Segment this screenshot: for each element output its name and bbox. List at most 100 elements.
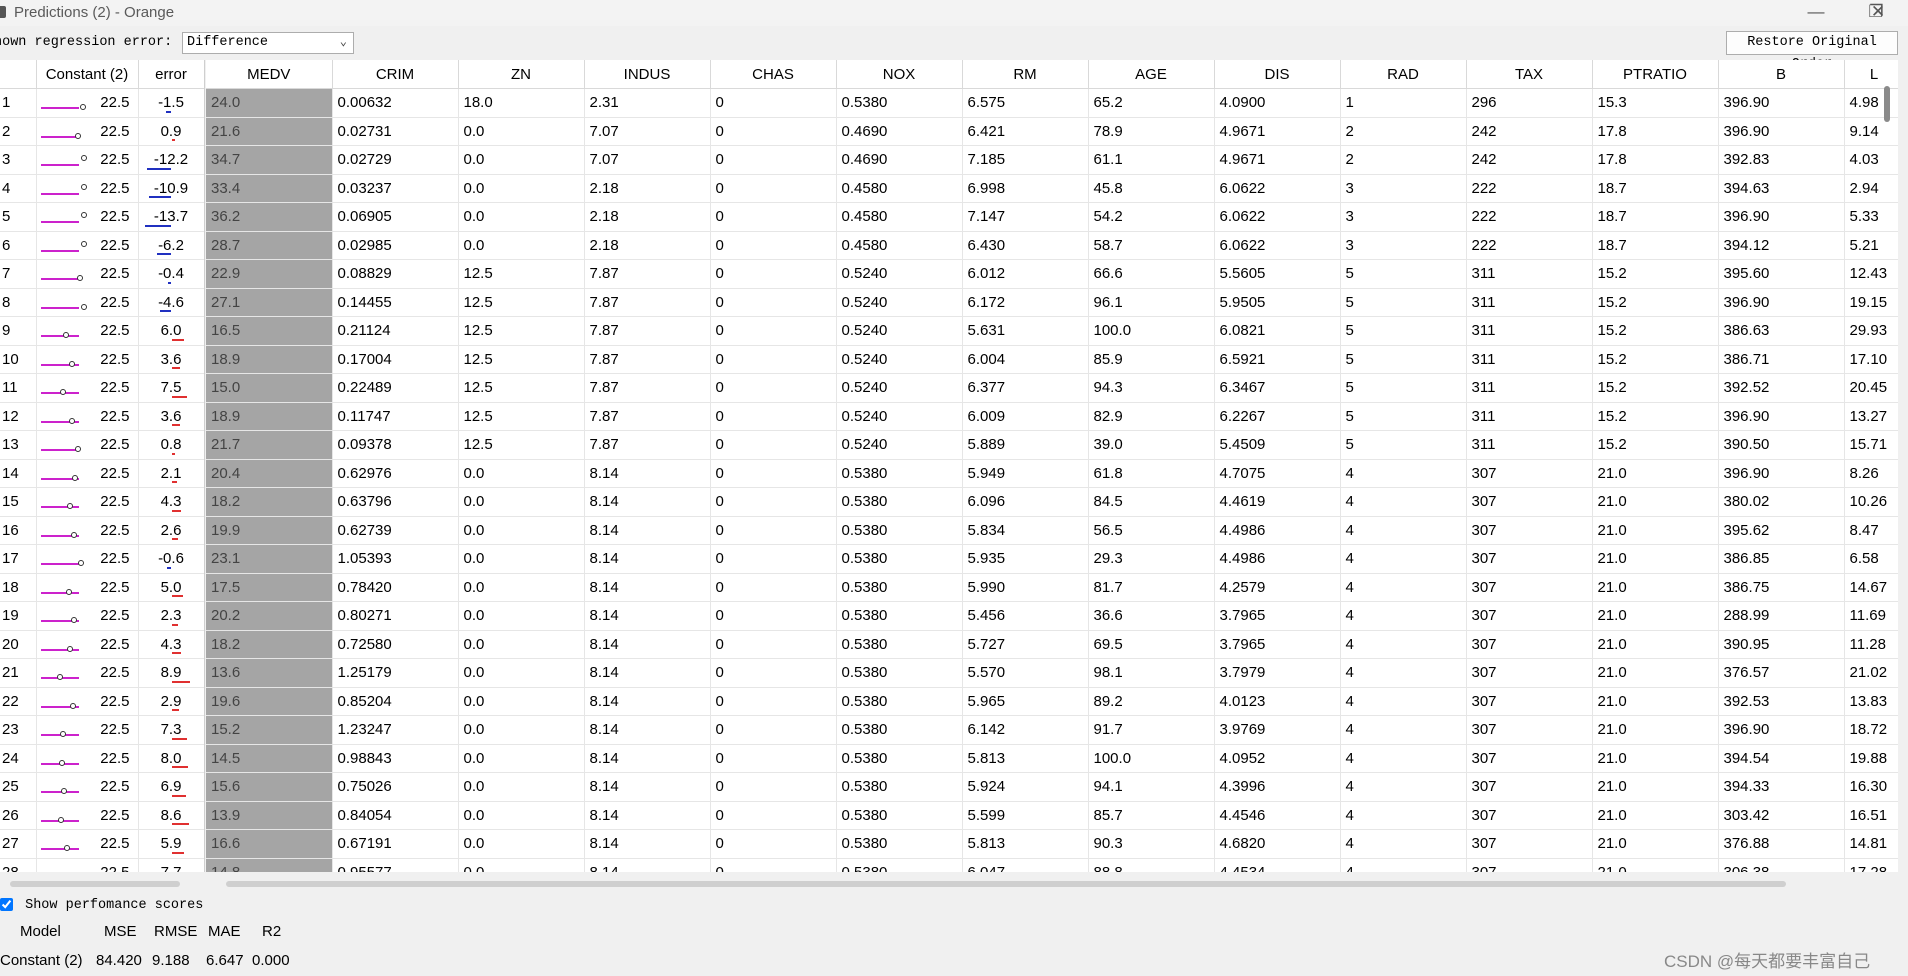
prediction-row[interactable]: 8 22.5 -4.6	[0, 288, 204, 317]
cell-nox: 0.5240	[836, 373, 963, 403]
prediction-row[interactable]: 2 22.5 0.9	[0, 117, 204, 146]
data-row[interactable]: 15.2 1.23247 0.0 8.14 0 0.5380 6.142 91.7 3.9769…	[206, 715, 1898, 745]
prediction-row[interactable]: 1 22.5 -1.5	[0, 88, 204, 118]
column-header-b[interactable]: B	[1718, 60, 1845, 89]
vertical-scrollbar[interactable]	[1884, 86, 1890, 122]
data-row[interactable]: 20.2 0.80271 0.0 8.14 0 0.5380 5.456 36.6 3.7965…	[206, 601, 1898, 631]
data-row[interactable]: 16.6 0.67191 0.0 8.14 0 0.5380 5.813 90.3 4.6820…	[206, 829, 1898, 859]
data-row[interactable]: 21.6 0.02731 0.0 7.07 0 0.4690 6.421 78.9 4.9671…	[206, 117, 1898, 146]
column-header-medv[interactable]: MEDV	[206, 60, 333, 89]
row-index: 16	[0, 516, 37, 545]
prediction-row[interactable]: 11 22.5 7.5	[0, 373, 204, 403]
prediction-row[interactable]: 6 22.5 -6.2	[0, 231, 204, 260]
data-row[interactable]: 24.0 0.00632 18.0 2.31 0 0.5380 6.575 65.2 4.090…	[206, 88, 1898, 118]
prediction-row[interactable]: 24 22.5 8.0	[0, 744, 204, 773]
data-row[interactable]: 14.5 0.98843 0.0 8.14 0 0.5380 5.813 100.0 4.095…	[206, 744, 1898, 773]
header-model[interactable]: Constant (2)	[36, 60, 139, 89]
data-table[interactable]: MEDV CRIM ZN INDUS CHAS NOX RM AGE DIS RAD TAX PTRA…	[206, 60, 1898, 872]
prediction-row[interactable]: 18 22.5 5.0	[0, 573, 204, 602]
column-header-age[interactable]: AGE	[1088, 60, 1215, 89]
column-header-zn[interactable]: ZN	[458, 60, 585, 89]
data-row[interactable]: 19.9 0.62739 0.0 8.14 0 0.5380 5.834 56.5 4.4986…	[206, 516, 1898, 545]
column-header-indus[interactable]: INDUS	[584, 60, 711, 89]
prediction-row[interactable]: 10 22.5 3.6	[0, 345, 204, 374]
restore-order-button[interactable]: Restore Original Order	[1726, 31, 1898, 72]
prediction-row[interactable]: 13 22.5 0.8	[0, 430, 204, 460]
prediction-row[interactable]: 26 22.5 8.6	[0, 801, 204, 830]
prediction-row[interactable]: 14 22.5 2.1	[0, 459, 204, 488]
data-row[interactable]: 13.6 1.25179 0.0 8.14 0 0.5380 5.570 98.1 3.7979…	[206, 658, 1898, 688]
prediction-cell: 22.5	[36, 829, 139, 859]
left-horizontal-scrollbar[interactable]	[10, 881, 180, 887]
data-row[interactable]: 27.1 0.14455 12.5 7.87 0 0.5240 6.172 96.1 5.950…	[206, 288, 1898, 317]
error-bar	[167, 566, 171, 569]
prediction-row[interactable]: 3 22.5 -12.2	[0, 145, 204, 175]
performance-toggle[interactable]: Show perfomance scores	[0, 898, 203, 913]
cell-ptratio: 21.0	[1592, 687, 1719, 716]
cell-b: 396.90	[1718, 88, 1845, 118]
data-row[interactable]: 14.80.955770.08.1400.53806.04788.84.4534…	[206, 858, 1898, 872]
prediction-row[interactable]: 9 22.5 6.0	[0, 316, 204, 346]
data-row[interactable]: 17.5 0.78420 0.0 8.14 0 0.5380 5.990 81.7 4.2579…	[206, 573, 1898, 602]
prediction-row[interactable]: 7 22.5 -0.4	[0, 259, 204, 289]
data-row[interactable]: 36.2 0.06905 0.0 2.18 0 0.4580 7.147 54.2 6.0622…	[206, 202, 1898, 232]
data-row[interactable]: 18.9 0.11747 12.5 7.87 0 0.5240 6.009 82.9 6.226…	[206, 402, 1898, 431]
prediction-row[interactable]: 21 22.5 8.9	[0, 658, 204, 688]
data-row[interactable]: 22.9 0.08829 12.5 7.87 0 0.5240 6.012 66.6 5.560…	[206, 259, 1898, 289]
performance-checkbox[interactable]	[0, 898, 13, 911]
column-header-l[interactable]: L	[1844, 60, 1898, 89]
error-value: -0.4	[158, 265, 184, 283]
cell-indus: 8.14	[584, 544, 711, 574]
column-header-tax[interactable]: TAX	[1466, 60, 1593, 89]
prediction-row[interactable]: 22 22.5 2.9	[0, 687, 204, 716]
header-index[interactable]	[0, 60, 37, 89]
column-header-nox[interactable]: NOX	[836, 60, 963, 89]
prediction-row[interactable]: 15 22.5 4.3	[0, 487, 204, 517]
predictions-table[interactable]: Constant (2) error 1 22.5 -1.5 2 22.5 0.9 3 22.…	[0, 60, 205, 872]
data-row[interactable]: 18.2 0.63796 0.0 8.14 0 0.5380 6.096 84.5 4.4619…	[206, 487, 1898, 517]
prediction-row[interactable]: 23 22.5 7.3	[0, 715, 204, 745]
prediction-row[interactable]: 5 22.5 -13.7	[0, 202, 204, 232]
prediction-row[interactable]: 19 22.5 2.3	[0, 601, 204, 631]
actual-value-dot	[63, 845, 70, 851]
data-row[interactable]: 20.4 0.62976 0.0 8.14 0 0.5380 5.949 61.8 4.7075…	[206, 459, 1898, 488]
data-row[interactable]: 13.9 0.84054 0.0 8.14 0 0.5380 5.599 85.7 4.4546…	[206, 801, 1898, 830]
cell-chas: 0	[710, 715, 837, 745]
data-row[interactable]: 15.0 0.22489 12.5 7.87 0 0.5240 6.377 94.3 6.346…	[206, 373, 1898, 403]
column-header-rm[interactable]: RM	[962, 60, 1089, 89]
error-bar	[165, 110, 171, 113]
prediction-row[interactable]: 17 22.5 -0.6	[0, 544, 204, 574]
cell-indus: 2.18	[584, 202, 711, 232]
data-row[interactable]: 34.7 0.02729 0.0 7.07 0 0.4690 7.185 61.1 4.9671…	[206, 145, 1898, 175]
data-row[interactable]: 23.1 1.05393 0.0 8.14 0 0.5380 5.935 29.3 4.4986…	[206, 544, 1898, 574]
prediction-row[interactable]: 27 22.5 5.9	[0, 829, 204, 859]
data-row[interactable]: 28.7 0.02985 0.0 2.18 0 0.4580 6.430 58.7 6.0622…	[206, 231, 1898, 260]
prediction-row[interactable]: 25 22.5 6.9	[0, 772, 204, 802]
prediction-row[interactable]: 4 22.5 -10.9	[0, 174, 204, 203]
prediction-row[interactable]: 28 22.5 7.7	[0, 858, 204, 872]
header-error[interactable]: error	[138, 60, 204, 89]
column-header-dis[interactable]: DIS	[1214, 60, 1341, 89]
error-value: 6.0	[160, 322, 182, 340]
close-button[interactable]: ✕	[1848, 0, 1908, 26]
prediction-row[interactable]: 20 22.5 4.3	[0, 630, 204, 659]
cell-nox: 0.5380	[836, 459, 963, 488]
cell-rm: 6.430	[962, 231, 1089, 260]
data-row[interactable]: 16.5 0.21124 12.5 7.87 0 0.5240 5.631 100.0 6.08…	[206, 316, 1898, 346]
error-type-select[interactable]: Difference ⌄	[182, 32, 354, 54]
data-row[interactable]: 15.6 0.75026 0.0 8.14 0 0.5380 5.924 94.1 4.3996…	[206, 772, 1898, 802]
prediction-row[interactable]: 12 22.5 3.6	[0, 402, 204, 431]
cell-dis: 3.7979	[1214, 658, 1341, 688]
data-row[interactable]: 18.9 0.17004 12.5 7.87 0 0.5240 6.004 85.9 6.592…	[206, 345, 1898, 374]
horizontal-scrollbar[interactable]	[226, 881, 1786, 887]
column-header-crim[interactable]: CRIM	[332, 60, 459, 89]
data-row[interactable]: 21.7 0.09378 12.5 7.87 0 0.5240 5.889 39.0 5.450…	[206, 430, 1898, 460]
column-header-chas[interactable]: CHAS	[710, 60, 837, 89]
column-header-ptratio[interactable]: PTRATIO	[1592, 60, 1719, 89]
data-row[interactable]: 33.4 0.03237 0.0 2.18 0 0.4580 6.998 45.8 6.0622…	[206, 174, 1898, 203]
prediction-row[interactable]: 16 22.5 2.6	[0, 516, 204, 545]
data-row[interactable]: 18.2 0.72580 0.0 8.14 0 0.5380 5.727 69.5 3.7965…	[206, 630, 1898, 659]
column-header-rad[interactable]: RAD	[1340, 60, 1467, 89]
minimize-button[interactable]: —	[1786, 0, 1846, 26]
data-row[interactable]: 19.6 0.85204 0.0 8.14 0 0.5380 5.965 89.2 4.0123…	[206, 687, 1898, 716]
